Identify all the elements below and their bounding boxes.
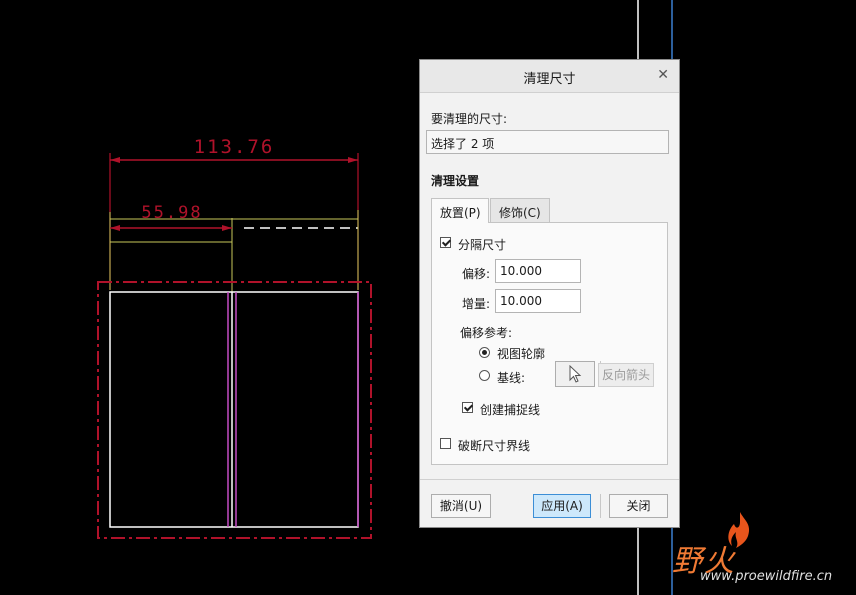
clean-dimensions-dialog: 清理尺寸 ✕ 要清理的尺寸: 选择了 2 项 清理设置 放置(P) 修饰(C) … — [419, 59, 680, 528]
view-outline-label: 视图轮廓 — [497, 347, 546, 361]
placement-panel: 分隔尺寸 偏移: 10.000 增量: 10.000 偏移参考: 视图轮廓 基线… — [431, 222, 668, 465]
close-icon[interactable]: ✕ — [657, 67, 669, 83]
offset-reference-label: 偏移参考: — [460, 326, 513, 340]
tab-placement[interactable]: 放置(P) — [431, 198, 489, 223]
view-outline-box — [97, 281, 372, 539]
watermark-url: www.proewildfire.cn — [700, 569, 833, 584]
settings-heading: 清理设置 — [431, 174, 480, 188]
baseline-label: 基线: — [497, 371, 526, 385]
separate-dims-label: 分隔尺寸 — [458, 238, 507, 252]
increment-label: 增量: — [462, 297, 491, 311]
dimension-overall-text: 113.76 — [194, 136, 275, 158]
dialog-title: 清理尺寸 — [523, 72, 576, 87]
dialog-titlebar[interactable]: 清理尺寸 ✕ — [420, 60, 679, 93]
dims-to-clean-label: 要清理的尺寸: — [431, 112, 508, 126]
offset-input[interactable]: 10.000 — [495, 259, 581, 283]
part-outline[interactable] — [109, 291, 359, 528]
break-ext-lines-label: 破断尺寸界线 — [458, 439, 531, 453]
select-baseline-button[interactable] — [555, 361, 595, 387]
create-snap-lines-label: 创建捕捉线 — [480, 403, 541, 417]
footer-button-separator — [600, 494, 601, 518]
tab-cosmetic[interactable]: 修饰(C) — [490, 198, 550, 222]
selection-field[interactable]: 选择了 2 项 — [426, 130, 669, 154]
offset-label: 偏移: — [462, 267, 491, 281]
view-outline-radio[interactable] — [479, 347, 490, 358]
separate-dims-checkbox[interactable] — [440, 237, 451, 248]
baseline-radio[interactable] — [479, 370, 490, 381]
dimension-left-text: 55.98 — [141, 203, 202, 223]
reverse-arrow-button[interactable]: 反向箭头 — [598, 363, 654, 387]
footer-separator — [420, 479, 679, 480]
apply-button[interactable]: 应用(A) — [533, 494, 591, 518]
break-ext-lines-checkbox[interactable] — [440, 438, 451, 449]
close-button[interactable]: 关闭 — [609, 494, 668, 518]
increment-input[interactable]: 10.000 — [495, 289, 581, 313]
cursor-arrow-icon — [569, 364, 582, 383]
undo-button[interactable]: 撤消(U) — [431, 494, 491, 518]
create-snap-lines-checkbox[interactable] — [462, 402, 473, 413]
